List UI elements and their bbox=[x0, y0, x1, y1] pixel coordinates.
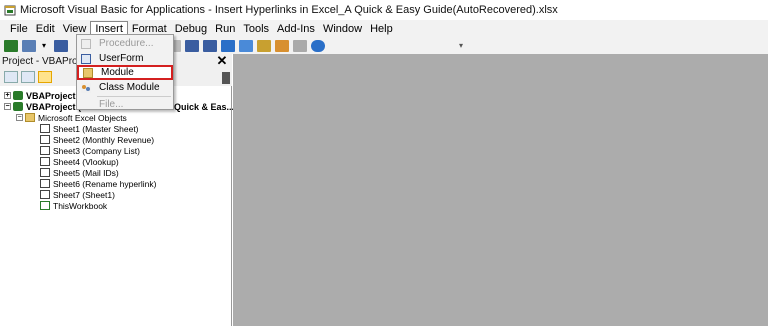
menu-item-module[interactable]: Module bbox=[77, 65, 173, 80]
menu-item-userform[interactable]: UserForm bbox=[77, 51, 173, 66]
menu-add-ins[interactable]: Add-Ins bbox=[273, 21, 319, 37]
menu-help[interactable]: Help bbox=[366, 21, 397, 37]
sheet-icon bbox=[40, 179, 50, 188]
design-mode-icon[interactable] bbox=[221, 40, 235, 52]
chevron-down-icon[interactable]: ▾ bbox=[42, 42, 50, 50]
sheet-icon bbox=[40, 190, 50, 199]
tree-row-thisworkbook[interactable]: ThisWorkbook bbox=[40, 200, 107, 211]
toolbar-chevron-down-icon[interactable]: ▾ bbox=[459, 42, 467, 50]
module-icon bbox=[83, 67, 93, 78]
file-icon bbox=[81, 100, 91, 110]
vba-project-icon bbox=[13, 102, 23, 111]
insert-userform-icon[interactable] bbox=[22, 40, 36, 52]
tree-label: Sheet4 (Vlookup) bbox=[53, 156, 119, 167]
object-browser-icon[interactable] bbox=[275, 40, 289, 52]
close-icon[interactable]: ✕ bbox=[216, 54, 228, 67]
menu-file[interactable]: File bbox=[6, 21, 32, 37]
menu-item-label: Procedure... bbox=[99, 38, 154, 49]
menu-edit[interactable]: Edit bbox=[32, 21, 59, 37]
tree-label: Sheet2 (Monthly Revenue) bbox=[53, 134, 155, 145]
tree-row-sheet7[interactable]: Sheet7 (Sheet1) bbox=[40, 189, 115, 200]
view-code-icon[interactable] bbox=[4, 71, 18, 83]
menu-item-procedure[interactable]: Procedure... bbox=[77, 36, 173, 51]
menu-run[interactable]: Run bbox=[211, 21, 239, 37]
tree-label: Microsoft Excel Objects bbox=[38, 112, 127, 123]
tree-label: Sheet3 (Company List) bbox=[53, 145, 140, 156]
procedure-icon bbox=[81, 38, 91, 49]
window-title: Microsoft Visual Basic for Applications … bbox=[20, 4, 558, 16]
break-icon[interactable] bbox=[185, 40, 199, 52]
menu-item-label: File... bbox=[99, 99, 124, 110]
sheet-icon bbox=[40, 124, 50, 133]
pane-scroll-handle[interactable] bbox=[222, 72, 230, 84]
vba-app-icon bbox=[4, 5, 16, 16]
folder-icon bbox=[25, 113, 35, 122]
vba-project-icon bbox=[13, 91, 23, 100]
sheet-icon bbox=[40, 135, 50, 144]
project-tree: + VBAProject (P − VBAProject (I Quick & … bbox=[0, 86, 237, 326]
menu-item-file[interactable]: File... bbox=[77, 97, 173, 112]
view-object-icon[interactable] bbox=[21, 71, 35, 83]
help-icon[interactable] bbox=[311, 40, 325, 52]
menu-item-label: UserForm bbox=[99, 53, 144, 64]
class-module-icon bbox=[81, 82, 91, 93]
menu-window[interactable]: Window bbox=[319, 21, 366, 37]
tree-label: Sheet7 (Sheet1) bbox=[53, 189, 115, 200]
expand-icon[interactable]: + bbox=[4, 92, 11, 99]
tree-label: Sheet6 (Rename hyperlink) bbox=[53, 178, 157, 189]
project-explorer-icon[interactable] bbox=[239, 40, 253, 52]
sheet-icon bbox=[40, 168, 50, 177]
tree-row-vbaproject-1[interactable]: + VBAProject (P bbox=[4, 90, 87, 101]
menu-tools[interactable]: Tools bbox=[239, 21, 273, 37]
tree-row-sheet5[interactable]: Sheet5 (Mail IDs) bbox=[40, 167, 119, 178]
workbook-icon bbox=[40, 201, 50, 210]
menu-item-class-module[interactable]: Class Module bbox=[77, 80, 173, 95]
sheet-icon bbox=[40, 146, 50, 155]
tree-row-sheet1[interactable]: Sheet1 (Master Sheet) bbox=[40, 123, 139, 134]
toolbox-icon[interactable] bbox=[293, 40, 307, 52]
tree-label: VBAProject (I bbox=[26, 101, 84, 112]
insert-dropdown-menu: Procedure... UserForm Module Class Modul… bbox=[76, 34, 174, 110]
tree-row-sheet4[interactable]: Sheet4 (Vlookup) bbox=[40, 156, 119, 167]
title-bar: Microsoft Visual Basic for Applications … bbox=[0, 0, 768, 20]
code-work-area[interactable] bbox=[233, 54, 768, 326]
tree-label: Sheet1 (Master Sheet) bbox=[53, 123, 139, 134]
tree-row-sheet2[interactable]: Sheet2 (Monthly Revenue) bbox=[40, 134, 154, 145]
tree-row-excel-objects[interactable]: − Microsoft Excel Objects bbox=[16, 112, 127, 123]
tree-row-sheet3[interactable]: Sheet3 (Company List) bbox=[40, 145, 140, 156]
tree-label: Sheet5 (Mail IDs) bbox=[53, 167, 119, 178]
menu-debug[interactable]: Debug bbox=[171, 21, 211, 37]
collapse-icon[interactable]: − bbox=[16, 114, 23, 121]
menu-item-label: Class Module bbox=[99, 82, 160, 93]
reset-icon[interactable] bbox=[203, 40, 217, 52]
tree-label-suffix: Quick & Eas...) bbox=[174, 101, 238, 112]
view-excel-icon[interactable] bbox=[4, 40, 18, 52]
sheet-icon bbox=[40, 157, 50, 166]
collapse-icon[interactable]: − bbox=[4, 103, 11, 110]
tree-label: ThisWorkbook bbox=[53, 200, 108, 211]
tree-row-sheet6[interactable]: Sheet6 (Rename hyperlink) bbox=[40, 178, 156, 189]
menu-item-label: Module bbox=[101, 67, 134, 78]
properties-window-icon[interactable] bbox=[257, 40, 271, 52]
userform-icon bbox=[81, 53, 91, 64]
toggle-folders-icon[interactable] bbox=[38, 71, 52, 83]
save-icon[interactable] bbox=[54, 40, 68, 52]
